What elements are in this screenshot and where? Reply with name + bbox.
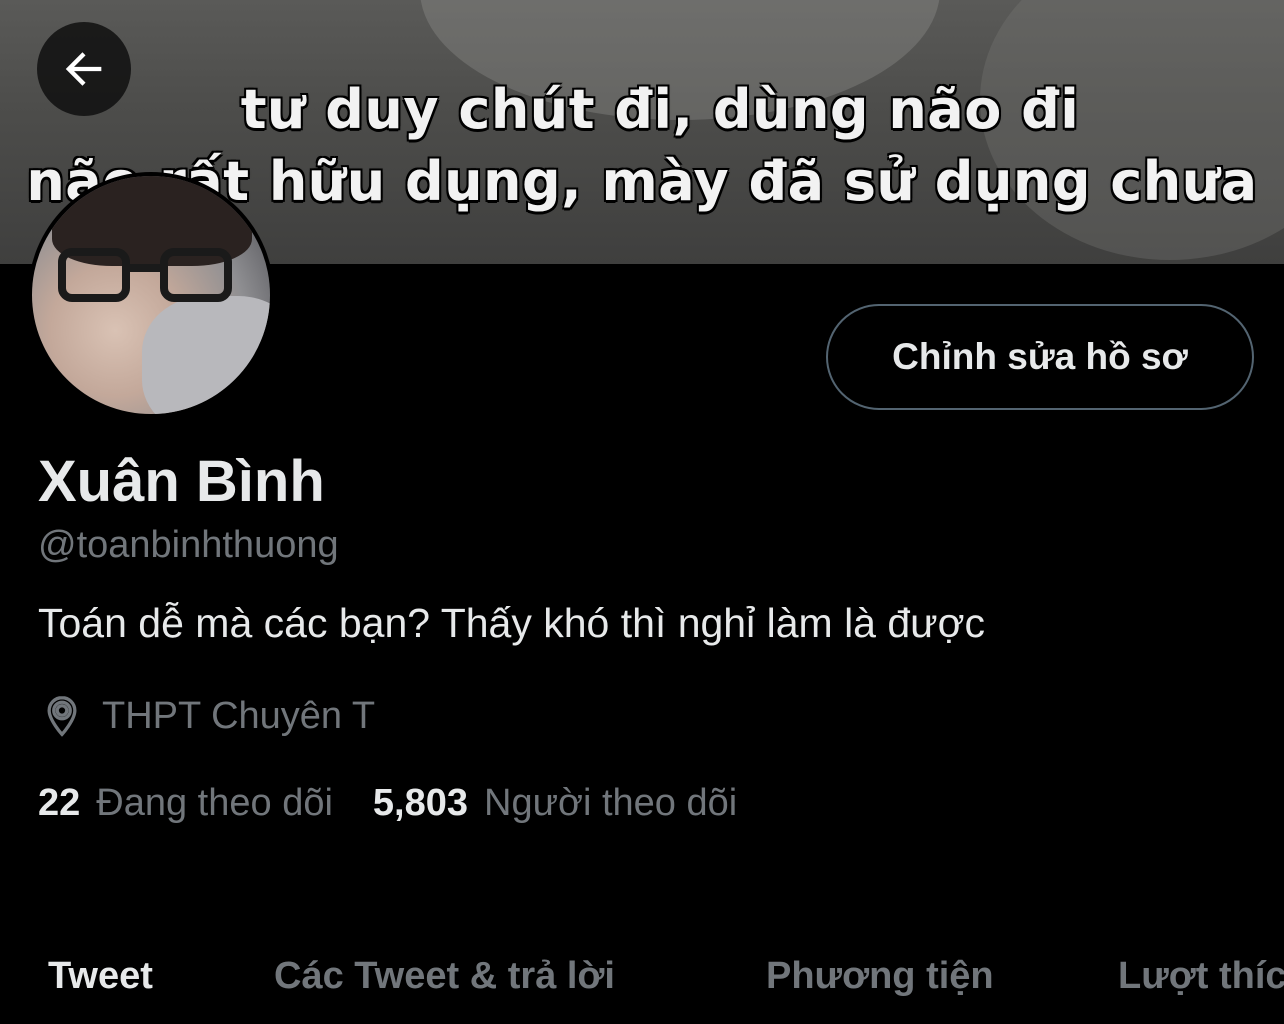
profile-handle: @toanbinhthuong (38, 524, 339, 566)
following-count: 22 (38, 782, 81, 824)
following-link[interactable]: 22 Đang theo dõi (38, 782, 333, 825)
profile-display-name: Xuân Bình (38, 449, 325, 514)
arrow-left-icon (65, 52, 102, 86)
avatar-image (32, 176, 270, 414)
followers-link[interactable]: 5,803 Người theo dõi (373, 782, 737, 825)
location-pin-icon (47, 696, 77, 737)
banner-caption-line-1: tư duy chút đi, dùng não đi (240, 78, 1080, 141)
profile-location: THPT Chuyên T (40, 694, 375, 738)
tab-tweets[interactable]: Tweet (48, 955, 153, 998)
profile-tabs: Tweet Các Tweet & trả lời Phương tiện Lư… (0, 955, 1284, 1015)
tab-likes[interactable]: Lượt thích (1118, 955, 1284, 998)
profile-bio: Toán dễ mà các bạn? Thấy khó thì nghỉ là… (38, 600, 986, 646)
profile-avatar[interactable] (28, 172, 274, 418)
avatar-glasses-bridge (128, 264, 162, 272)
back-button[interactable] (37, 22, 131, 116)
location-text: THPT Chuyên T (102, 694, 376, 737)
avatar-glasses-left (58, 248, 130, 302)
followers-count: 5,803 (372, 782, 469, 824)
follow-stats: 22 Đang theo dõi 5,803 Người theo dõi (38, 782, 737, 825)
avatar-sweater (142, 296, 270, 414)
tab-tweets-and-replies[interactable]: Các Tweet & trả lời (274, 955, 615, 998)
following-label: Đang theo dõi (96, 782, 333, 824)
tab-media[interactable]: Phương tiện (766, 955, 994, 998)
avatar-glasses-right (160, 248, 232, 302)
edit-profile-button[interactable]: Chỉnh sửa hồ sơ (826, 304, 1254, 410)
followers-label: Người theo dõi (484, 782, 738, 824)
